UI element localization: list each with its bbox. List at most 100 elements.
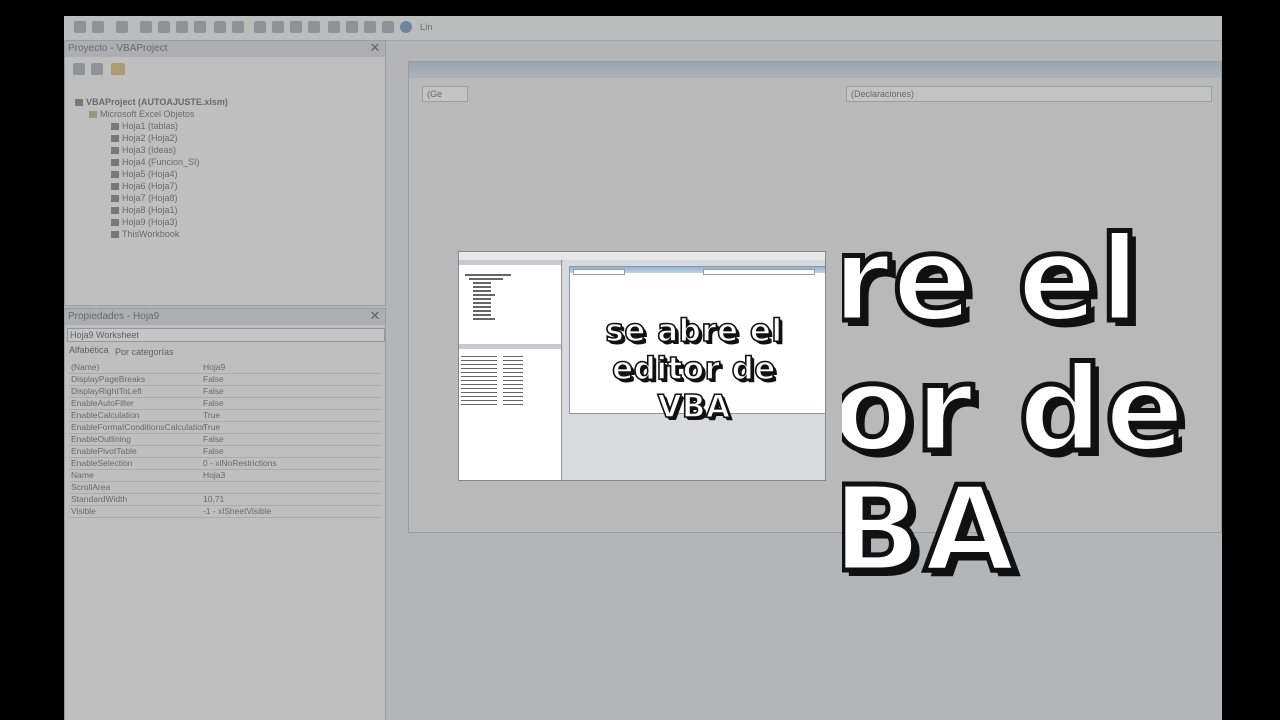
property-row[interactable]: Visible -1 - xlSheetVisible xyxy=(69,505,381,518)
properties-icon[interactable] xyxy=(346,21,358,33)
property-name: DisplayPageBreaks xyxy=(71,374,146,384)
sheet-icon xyxy=(111,123,119,131)
property-name: ScrollArea xyxy=(71,482,111,492)
project-pane-toolbar xyxy=(71,61,377,77)
paste-icon[interactable] xyxy=(176,21,188,33)
close-icon[interactable]: ✕ xyxy=(369,309,381,322)
save-icon[interactable] xyxy=(116,21,128,33)
run-icon[interactable] xyxy=(254,21,266,33)
thumb-property-line xyxy=(461,356,497,357)
thumb-property-line xyxy=(461,376,497,377)
property-value[interactable]: 0 - xlNoRestrictions xyxy=(203,457,277,469)
project-icon xyxy=(75,99,83,107)
thumb-tree-line xyxy=(473,306,491,308)
tree-item-label: Hoja2 (Hoja2) xyxy=(122,133,178,143)
copy-icon[interactable] xyxy=(158,21,170,33)
tree-item-sheet[interactable]: Hoja7 (Hoja8) xyxy=(111,193,178,203)
thumb-property-value-line xyxy=(503,396,523,397)
help-icon[interactable] xyxy=(400,21,412,33)
toggle-folders-icon[interactable] xyxy=(111,63,125,75)
project-explorer-pane: Proyecto - VBAProject ✕ VBAProject (AUTO… xyxy=(64,40,386,306)
find-icon[interactable] xyxy=(194,21,206,33)
property-value[interactable]: True xyxy=(203,421,220,433)
object-dropdown[interactable]: Hoja9 Worksheet xyxy=(67,328,385,342)
folder-label: Microsoft Excel Objetos xyxy=(100,109,195,119)
caption-line3: VBA xyxy=(657,388,731,426)
caption-line1: se abre el xyxy=(605,312,783,350)
property-value[interactable]: False xyxy=(203,385,224,397)
tree-item-label: Hoja7 (Hoja8) xyxy=(122,193,178,203)
property-value[interactable]: Hoja3 xyxy=(203,469,225,481)
line-position: Lín xyxy=(420,22,433,32)
property-value[interactable]: -1 - xlSheetVisible xyxy=(203,505,271,517)
excel-view-icon[interactable] xyxy=(74,21,86,33)
thumb-property-line xyxy=(461,396,497,397)
thumb-property-line xyxy=(461,384,497,385)
property-name: Visible xyxy=(71,506,96,516)
view-code-icon[interactable] xyxy=(73,63,85,75)
tree-item-label: Hoja4 (Funcion_SI) xyxy=(122,157,200,167)
tree-item-label: Hoja1 (tablas) xyxy=(122,121,179,131)
tree-item-sheet[interactable]: Hoja1 (tablas) xyxy=(111,121,178,131)
property-value[interactable]: Hoja9 xyxy=(203,361,225,373)
tree-item-sheet[interactable]: Hoja9 (Hoja3) xyxy=(111,217,178,227)
tree-item-sheet[interactable]: Hoja4 (Funcion_SI) xyxy=(111,157,200,167)
property-value[interactable]: False xyxy=(203,397,224,409)
vbe-toolbar: Lín xyxy=(64,16,1222,41)
thumb-project-title xyxy=(459,260,561,265)
declarations-dropdown[interactable]: (Declaraciones) xyxy=(846,86,1212,102)
tab-by-category[interactable]: Por categorías xyxy=(115,347,174,357)
cut-icon[interactable] xyxy=(140,21,152,33)
thumb-property-line xyxy=(461,404,497,405)
view-object-icon[interactable] xyxy=(91,63,103,75)
thumb-tree-line xyxy=(465,274,511,276)
object-browser-icon[interactable] xyxy=(364,21,376,33)
property-value[interactable]: True xyxy=(203,409,220,421)
redo-icon[interactable] xyxy=(232,21,244,33)
design-mode-icon[interactable] xyxy=(308,21,320,33)
property-value[interactable]: 10,71 xyxy=(203,493,224,505)
property-value[interactable]: False xyxy=(203,445,224,457)
close-icon[interactable]: ✕ xyxy=(369,41,381,54)
sheet-icon xyxy=(111,171,119,179)
tree-item-sheet[interactable]: Hoja6 (Hoja7) xyxy=(111,181,178,191)
thumb-left-panes xyxy=(459,260,562,480)
undo-icon[interactable] xyxy=(214,21,226,33)
tree-item-sheet[interactable]: Hoja8 (Hoja1) xyxy=(111,205,178,215)
tree-item-label: Hoja6 (Hoja7) xyxy=(122,181,178,191)
thumb-property-value-line xyxy=(503,372,523,373)
thumb-tree-line xyxy=(473,282,491,284)
sheet-icon xyxy=(111,183,119,191)
general-dropdown[interactable]: (Ge xyxy=(422,86,468,102)
tree-item-label: Hoja3 (Ideas) xyxy=(122,145,177,155)
thumb-property-value-line xyxy=(503,404,523,405)
code-window-titlebar xyxy=(409,62,1221,78)
thumb-property-line xyxy=(461,380,497,381)
thumb-property-line xyxy=(461,388,497,389)
thumb-tree-line xyxy=(473,314,491,316)
tab-alphabetic[interactable]: Alfabética xyxy=(69,345,109,355)
sheet-icon xyxy=(111,159,119,167)
property-value[interactable]: False xyxy=(203,433,224,445)
pause-icon[interactable] xyxy=(272,21,284,33)
thumb-tree-line xyxy=(473,290,491,292)
insert-module-icon[interactable] xyxy=(92,21,104,33)
project-explorer-icon[interactable] xyxy=(328,21,340,33)
workbook-icon xyxy=(111,231,119,239)
tree-item-sheet[interactable]: Hoja2 (Hoja2) xyxy=(111,133,178,143)
tree-item-sheet[interactable]: Hoja3 (Ideas) xyxy=(111,145,176,155)
thumb-property-value-line xyxy=(503,364,523,365)
tree-item-workbook[interactable]: ThisWorkbook xyxy=(111,229,179,239)
thumb-property-value-line xyxy=(503,356,523,357)
tree-item-label: Hoja8 (Hoja1) xyxy=(122,205,178,215)
thumb-property-line xyxy=(461,392,497,393)
toolbox-icon[interactable] xyxy=(382,21,394,33)
stop-icon[interactable] xyxy=(290,21,302,33)
tree-item-sheet[interactable]: Hoja5 (Hoja4) xyxy=(111,169,178,179)
thumb-property-line xyxy=(461,368,497,369)
project-root[interactable]: VBAProject (AUTOAJUSTE.xlsm) xyxy=(75,97,228,107)
property-value[interactable]: False xyxy=(203,373,224,385)
sheet-icon xyxy=(111,135,119,143)
project-pane-title: Proyecto - VBAProject ✕ xyxy=(65,41,385,57)
folder-excel-objects[interactable]: Microsoft Excel Objetos xyxy=(89,109,195,119)
